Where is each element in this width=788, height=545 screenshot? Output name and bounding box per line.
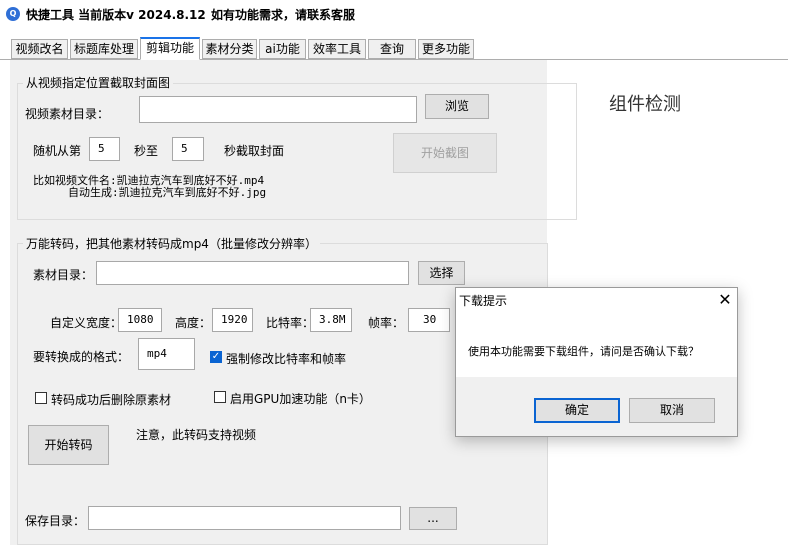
gpu-accel-label: 启用GPU加速功能（n卡） xyxy=(230,392,371,406)
tab-efficiency-tools[interactable]: 效率工具 xyxy=(308,39,366,59)
contact-notice: 如有功能需求，请联系客服 xyxy=(211,8,356,22)
height-input[interactable]: 1920 xyxy=(212,308,253,332)
tab-query[interactable]: 查询 xyxy=(368,39,416,59)
tab-material-classify[interactable]: 素材分类 xyxy=(202,39,257,59)
select-dir-button[interactable]: 选择 xyxy=(418,261,465,285)
width-input[interactable]: 1080 xyxy=(118,308,162,332)
bitrate-label: 比特率： xyxy=(266,316,315,330)
material-dir-input[interactable] xyxy=(96,261,409,285)
transcode-note: 注意，此转码支持视频 xyxy=(136,428,257,442)
title-bar: Q 快捷工具 当前版本v 2024.8.12 如有功能需求，请联系客服 xyxy=(0,0,788,30)
dialog-message: 使用本功能需要下载组件，请问是否确认下载？ xyxy=(468,345,699,358)
save-dir-browse-button[interactable]: ... xyxy=(409,507,457,530)
height-label: 高度： xyxy=(175,316,212,330)
close-icon[interactable]: ✕ xyxy=(715,289,735,311)
bitrate-input[interactable]: 3.8M xyxy=(310,308,352,332)
app-logo-icon: Q xyxy=(6,7,20,21)
random-from-label: 随机从第 xyxy=(33,144,82,158)
start-capture-button[interactable]: 开始截图 xyxy=(393,133,497,173)
download-dialog: 下载提示 ✕ 使用本功能需要下载组件，请问是否确认下载？ 确定 取消 xyxy=(455,287,738,437)
force-bitrate-label: 强制修改比特率和帧率 xyxy=(226,352,347,366)
end-second-input[interactable]: 5 xyxy=(172,137,204,161)
gpu-accel-checkbox[interactable] xyxy=(214,391,226,403)
video-dir-input[interactable] xyxy=(139,96,417,123)
window-title: 快捷工具 当前版本v 2024.8.12 xyxy=(26,8,206,22)
dialog-cancel-button[interactable]: 取消 xyxy=(629,398,715,423)
fps-label: 帧率： xyxy=(368,316,405,330)
target-format-input[interactable]: mp4 xyxy=(138,338,195,370)
example-output-text: 自动生成:凯迪拉克汽车到底好不好.jpg xyxy=(68,186,267,199)
save-dir-label: 保存目录： xyxy=(25,514,86,528)
width-label: 自定义宽度： xyxy=(50,316,123,330)
seconds-to-label: 秒至 xyxy=(134,144,159,158)
material-dir-label: 素材目录： xyxy=(33,268,94,282)
tab-editing[interactable]: 剪辑功能 xyxy=(140,37,200,60)
video-dir-label: 视频素材目录： xyxy=(25,107,110,121)
tab-title-library[interactable]: 标题库处理 xyxy=(70,39,138,59)
start-second-input[interactable]: 5 xyxy=(89,137,120,161)
save-dir-input[interactable] xyxy=(88,506,401,530)
browse-button[interactable]: 浏览 xyxy=(425,94,489,119)
transcode-group-title: 万能转码，把其他素材转码成mp4（批量修改分辨率） xyxy=(23,235,320,252)
force-bitrate-checkbox[interactable]: ✓ xyxy=(210,351,222,363)
fps-input[interactable]: 30 xyxy=(408,308,450,332)
component-check-title: 组件检测 xyxy=(609,94,681,115)
start-transcode-button[interactable]: 开始转码 xyxy=(28,425,109,465)
dialog-ok-button[interactable]: 确定 xyxy=(534,398,620,423)
dialog-title: 下载提示 xyxy=(459,294,508,308)
seconds-capture-label: 秒截取封面 xyxy=(224,144,285,158)
delete-source-checkbox[interactable] xyxy=(35,392,47,404)
cover-group-title: 从视频指定位置截取封面图 xyxy=(23,74,174,91)
tab-more[interactable]: 更多功能 xyxy=(418,39,474,59)
delete-source-label: 转码成功后删除原素材 xyxy=(51,393,172,407)
tab-ai[interactable]: ai功能 xyxy=(259,39,306,59)
target-format-label: 要转换成的格式： xyxy=(33,350,130,364)
tab-video-rename[interactable]: 视频改名 xyxy=(11,39,68,59)
